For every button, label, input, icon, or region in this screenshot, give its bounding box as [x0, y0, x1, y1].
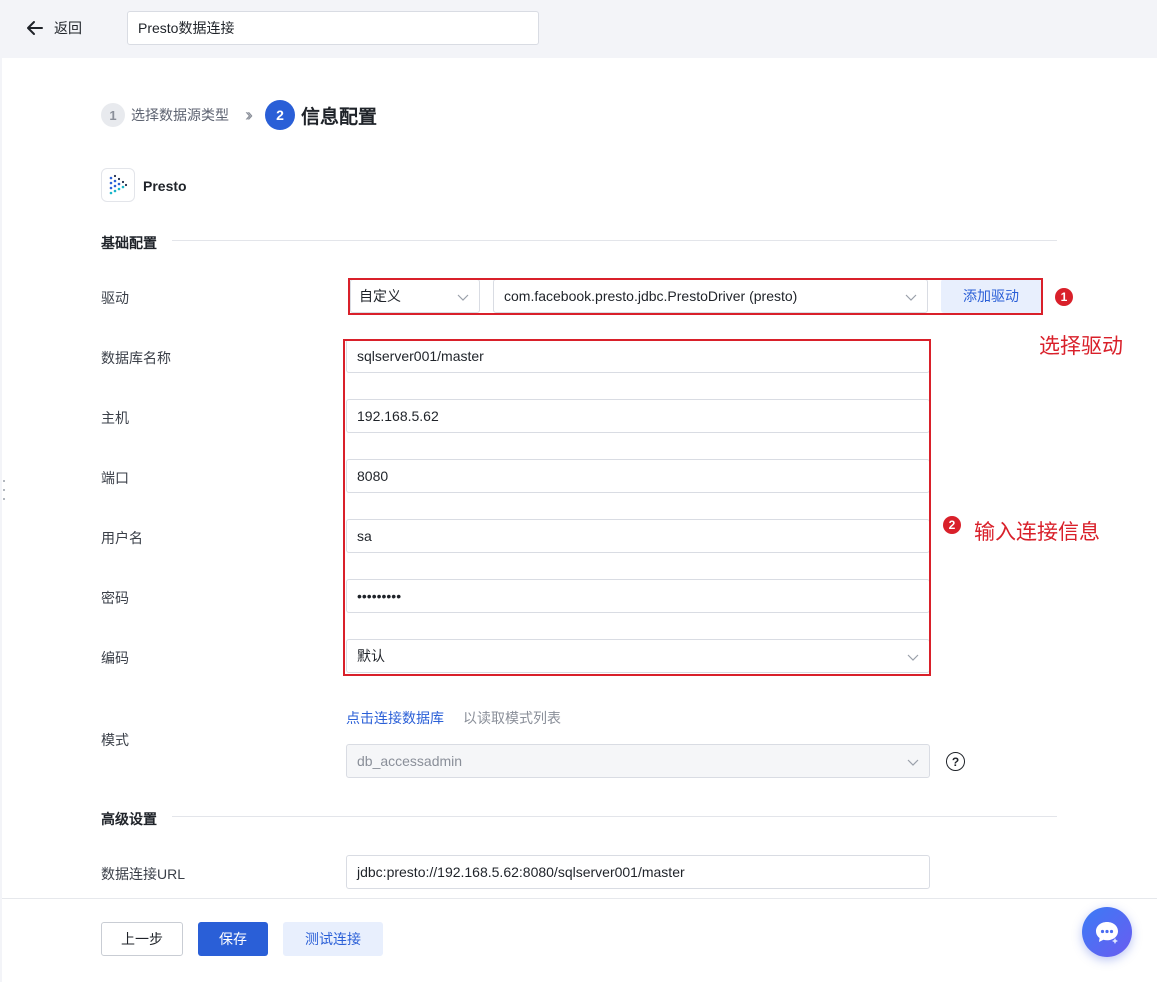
driver-label: 驱动 — [101, 290, 129, 306]
step-1-number: 1 — [101, 103, 125, 127]
host-label: 主机 — [101, 410, 129, 426]
prev-step-button[interactable]: 上一步 — [101, 922, 183, 956]
annotation-badge-2: 2 — [943, 516, 961, 534]
back-button[interactable]: 返回 — [26, 18, 82, 38]
username-label: 用户名 — [101, 530, 143, 546]
step-2-label: 信息配置 — [301, 106, 378, 128]
test-connection-button[interactable]: 测试连接 — [283, 922, 383, 956]
section-title-advanced: 高级设置 — [101, 811, 157, 827]
arrow-left-icon — [27, 21, 43, 35]
help-icon[interactable]: ? — [946, 752, 965, 771]
section-divider — [172, 240, 1057, 241]
database-label: 数据库名称 — [101, 350, 171, 366]
resize-handle[interactable] — [3, 480, 7, 500]
chat-bubble-icon — [1096, 922, 1118, 944]
step-2-number: 2 — [265, 100, 295, 130]
url-value: jdbc:presto://192.168.5.62:8080/sqlserve… — [357, 864, 685, 880]
password-label: 密码 — [101, 590, 129, 606]
top-bar: 返回 — [0, 0, 1157, 58]
section-divider — [172, 816, 1057, 817]
port-label: 端口 — [101, 470, 129, 486]
schema-hint: 以读取模式列表 — [463, 710, 561, 726]
section-title-basic: 基础配置 — [101, 235, 157, 251]
annotation-text-2: 输入连接信息 — [974, 521, 1100, 544]
annotation-text-1: 选择驱动 — [1039, 335, 1123, 358]
connect-database-link[interactable]: 点击连接数据库 — [346, 708, 444, 728]
step-1-label: 选择数据源类型 — [131, 107, 229, 123]
datasource-name: Presto — [143, 178, 187, 194]
step-2: 2 信息配置 — [265, 100, 377, 130]
presto-logo-icon — [101, 168, 135, 202]
annotation-badge-1: 1 — [1055, 288, 1073, 306]
url-label: 数据连接URL — [101, 866, 186, 882]
schema-value: db_accessadmin — [357, 753, 463, 769]
annotation-box-driver — [348, 278, 1043, 315]
chevron-down-icon — [907, 759, 919, 766]
step-indicator: 1 选择数据源类型 ›› 2 信息配置 — [101, 100, 377, 130]
url-input[interactable]: jdbc:presto://192.168.5.62:8080/sqlserve… — [346, 855, 930, 889]
chat-assistant-button[interactable] — [1082, 907, 1132, 957]
annotation-box-connection — [343, 339, 931, 676]
back-label: 返回 — [54, 20, 82, 36]
connection-name-input[interactable] — [127, 11, 539, 45]
step-1[interactable]: 1 选择数据源类型 — [101, 103, 229, 127]
save-button[interactable]: 保存 — [198, 922, 268, 956]
double-chevron-right-icon: ›› — [245, 104, 253, 125]
schema-select[interactable]: db_accessadmin — [346, 744, 930, 778]
encoding-label: 编码 — [101, 650, 129, 666]
schema-label: 模式 — [101, 732, 129, 748]
